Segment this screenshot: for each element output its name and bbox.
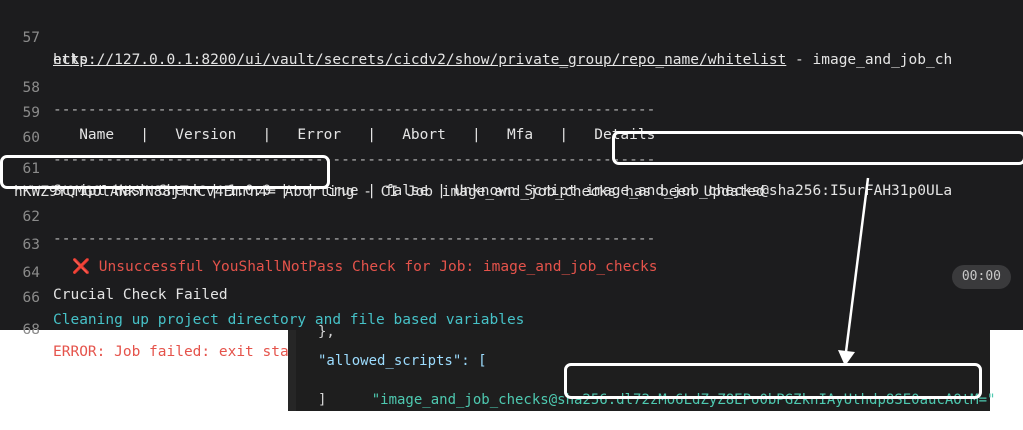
comparison-arrow-icon — [838, 177, 870, 366]
